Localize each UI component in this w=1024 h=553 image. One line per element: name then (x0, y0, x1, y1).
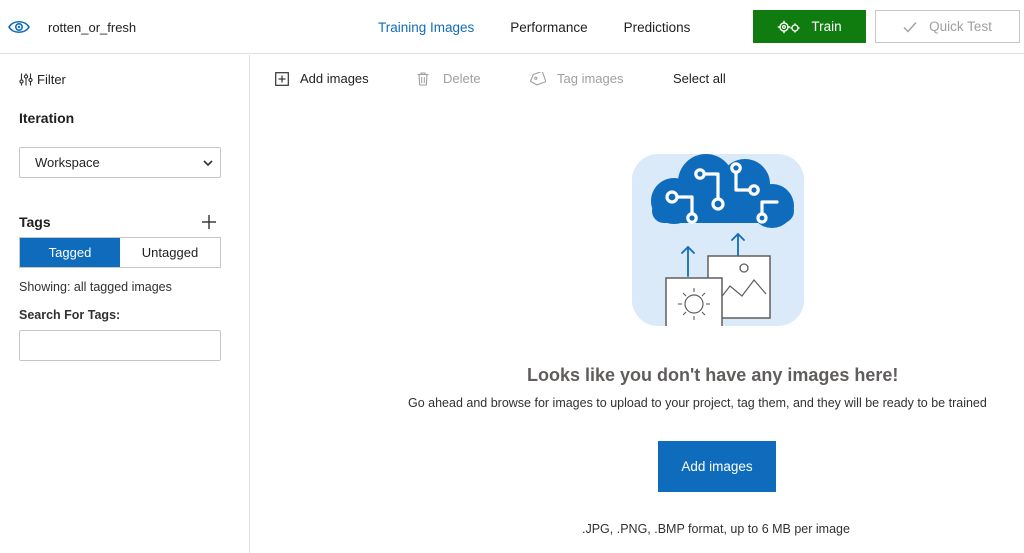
sidebar: Filter Iteration Workspace Tags Tagged U… (0, 55, 250, 553)
tab-predictions[interactable]: Predictions (606, 0, 709, 54)
top-bar: rotten_or_fresh Training Images Performa… (0, 0, 1024, 54)
tab-training-images[interactable]: Training Images (360, 0, 492, 54)
checkmark-icon (903, 21, 917, 33)
add-square-icon (275, 71, 289, 86)
eye-icon (6, 17, 32, 37)
gears-icon (777, 20, 801, 34)
format-note: .JPG, .PNG, .BMP format, up to 6 MB per … (582, 522, 850, 536)
filter-sliders-icon (19, 73, 33, 86)
train-button-label: Train (811, 19, 842, 34)
cloud-upload-images-illustration (632, 154, 804, 333)
filter-button[interactable]: Filter (19, 72, 66, 87)
project-name: rotten_or_fresh (48, 19, 137, 35)
tag-images-tool-label: Tag images (557, 71, 624, 86)
select-all-tool[interactable]: Select all (673, 71, 726, 86)
delete-tool-label: Delete (443, 71, 481, 86)
tagged-toggle: Tagged Untagged (19, 237, 221, 268)
add-tag-button[interactable] (199, 212, 219, 232)
tagged-option[interactable]: Tagged (20, 238, 120, 267)
iteration-heading: Iteration (19, 110, 75, 126)
select-all-label: Select all (673, 71, 726, 86)
empty-state-title: Looks like you don't have any images her… (527, 365, 899, 385)
add-images-tool-label: Add images (300, 71, 369, 86)
iteration-dropdown[interactable]: Workspace (19, 147, 221, 178)
project-header: rotten_or_fresh (6, 8, 136, 46)
quick-test-button[interactable]: Quick Test (875, 10, 1020, 43)
quick-test-label: Quick Test (929, 19, 992, 34)
empty-state-description: Go ahead and browse for images to upload… (408, 396, 987, 410)
add-images-button[interactable]: Add images (658, 441, 776, 492)
image-toolbar: Add images Delete Tag images Select all (251, 55, 1024, 105)
showing-status: Showing: all tagged images (19, 280, 172, 294)
untagged-option[interactable]: Untagged (120, 238, 220, 267)
search-tags-label: Search For Tags: (19, 308, 121, 322)
train-button[interactable]: Train (753, 10, 866, 43)
search-tags-input[interactable] (19, 330, 221, 361)
trash-icon (417, 71, 429, 86)
filter-label: Filter (37, 72, 66, 87)
plus-icon (201, 214, 217, 230)
tab-performance[interactable]: Performance (492, 0, 605, 54)
main-tabs: Training Images Performance Predictions (360, 0, 708, 54)
tag-images-tool[interactable]: Tag images (529, 71, 623, 86)
delete-tool[interactable]: Delete (417, 71, 481, 86)
tags-heading: Tags (19, 214, 51, 230)
iteration-selected-value: Workspace (35, 155, 100, 170)
chevron-down-icon (202, 157, 214, 169)
tag-icon (529, 71, 546, 86)
add-images-tool[interactable]: Add images (275, 71, 369, 86)
